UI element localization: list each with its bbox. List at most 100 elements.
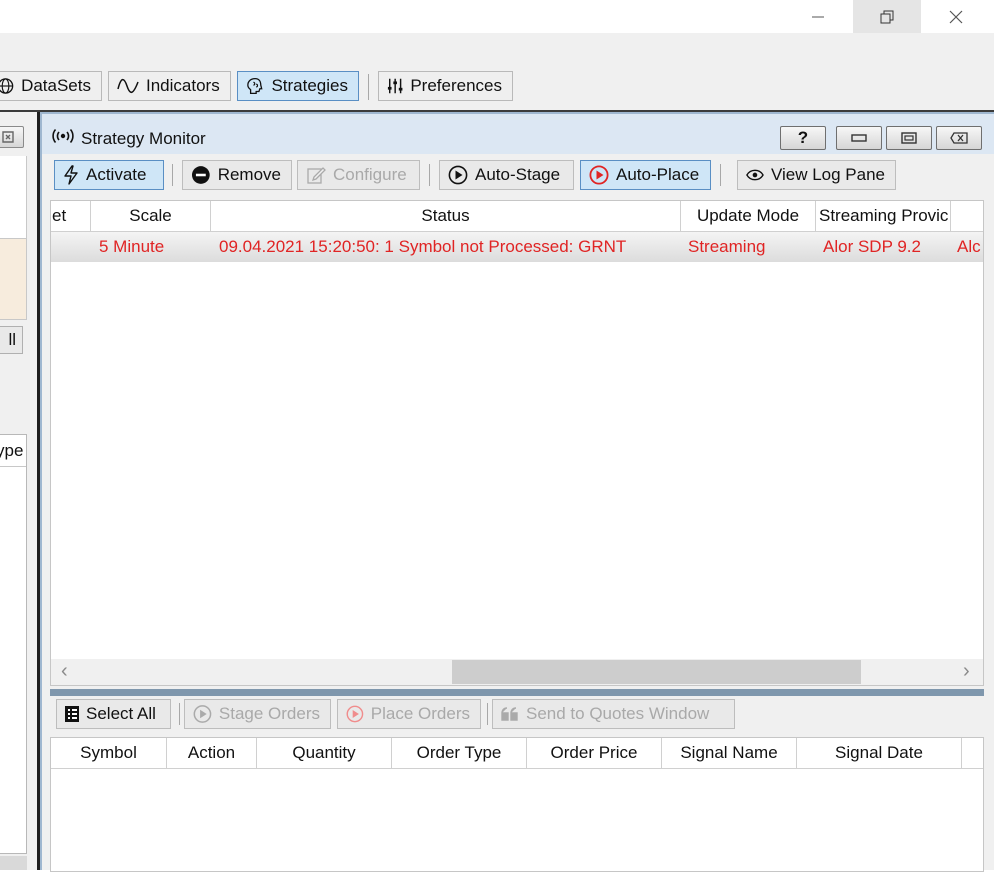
left-panel-close-button[interactable] (0, 126, 24, 148)
view-log-button[interactable]: View Log Pane (737, 160, 896, 190)
left-panel-list: ype (0, 434, 27, 854)
column-header-label: Symbol (80, 743, 137, 762)
column-header[interactable]: Action (167, 738, 257, 768)
auto-stage-label: Auto-Stage (475, 165, 561, 184)
strategy-monitor-window: Strategy Monitor ? Activate Remove Confi… (40, 112, 994, 872)
lightning-icon (64, 165, 78, 185)
select-all-button[interactable]: Select All (56, 699, 171, 729)
globe-icon (0, 78, 14, 94)
column-header-label: Action (187, 743, 236, 762)
column-header-label: Order Price (550, 743, 638, 762)
preferences-label: Preferences (410, 76, 502, 95)
remove-button[interactable]: Remove (182, 160, 292, 190)
place-orders-button[interactable]: Place Orders (337, 699, 481, 729)
left-panel-column-header[interactable]: ype (0, 439, 23, 463)
grid-header-line (51, 768, 983, 769)
play-red-icon (346, 705, 364, 723)
orders-grid: Symbol Action Quantity Order Type Order … (50, 737, 984, 872)
help-button[interactable]: ? (780, 126, 826, 150)
remove-label: Remove (217, 165, 281, 184)
column-header-label: Signal Date (835, 743, 923, 762)
datasets-label: DataSets (21, 76, 91, 95)
strategies-grid: et Scale Status Update Mode Streaming Pr… (50, 200, 984, 686)
close-icon (949, 10, 963, 23)
column-header[interactable]: Scale (91, 201, 211, 231)
strategy-monitor-titlebar: Strategy Monitor ? (42, 114, 994, 154)
left-panel-header-line (0, 466, 26, 467)
toolbar-separator (368, 74, 369, 100)
preferences-button[interactable]: Preferences (378, 71, 513, 101)
toolbar-separator (179, 703, 180, 725)
row-status: 09.04.2021 15:20:50: 1 Symbol not Proces… (219, 237, 627, 256)
window-close-button[interactable] (936, 126, 982, 150)
column-header[interactable]: Status (211, 201, 681, 231)
left-panel-column-fragment: ype (0, 441, 24, 460)
column-header-label: Order Type (416, 743, 502, 762)
left-panel-select-all-button[interactable]: ll (0, 326, 23, 354)
list-icon (65, 706, 79, 722)
column-header-label: Update Mode (696, 206, 800, 225)
send-to-quotes-button[interactable]: Send to Quotes Window (492, 699, 735, 729)
title-bar (0, 0, 994, 33)
scroll-right-arrow[interactable]: › (963, 660, 970, 683)
play-red-icon (589, 165, 609, 185)
column-header[interactable] (951, 201, 983, 231)
scroll-left-arrow[interactable]: ‹ (61, 660, 68, 683)
wave-icon (117, 78, 139, 93)
eye-icon (746, 169, 764, 181)
horizontal-scrollbar[interactable]: ‹ › (51, 659, 983, 685)
column-header[interactable]: et (51, 201, 91, 231)
window-minimize-button[interactable] (836, 126, 882, 150)
minimize-icon (851, 134, 867, 142)
column-header[interactable]: Streaming Provic (816, 201, 951, 231)
close-icon (2, 131, 14, 143)
column-header[interactable]: Quantity (257, 738, 392, 768)
menu-strip (0, 33, 994, 68)
column-header[interactable]: Signal Name (662, 738, 797, 768)
column-header-label: Signal Name (680, 743, 778, 762)
left-panel-scrollbar[interactable] (0, 856, 27, 870)
scroll-thumb[interactable] (452, 660, 861, 684)
maximize-icon (901, 132, 917, 144)
select-all-label: Select All (86, 704, 156, 723)
row-streaming-provider: Alor SDP 9.2 (823, 237, 921, 256)
column-header-label: Status (421, 206, 470, 225)
indicators-button[interactable]: Indicators (108, 71, 231, 101)
send-to-quotes-label: Send to Quotes Window (526, 704, 710, 723)
stage-orders-button[interactable]: Stage Orders (184, 699, 331, 729)
view-log-label: View Log Pane (770, 165, 885, 184)
row-scale: 5 Minute (99, 237, 165, 256)
column-header[interactable]: Signal Date (797, 738, 962, 768)
restore-button[interactable] (853, 0, 921, 33)
configure-button[interactable]: Configure (297, 160, 420, 190)
close-icon (950, 132, 968, 144)
quote-icon (501, 707, 518, 721)
strategy-monitor-title: Strategy Monitor (81, 129, 206, 148)
column-header[interactable]: Update Mode (681, 201, 816, 231)
activate-button[interactable]: Activate (54, 160, 164, 190)
minimize-button[interactable] (784, 0, 852, 33)
column-header[interactable]: Order Price (527, 738, 662, 768)
edit-icon (307, 167, 326, 184)
auto-stage-button[interactable]: Auto-Stage (439, 160, 574, 190)
place-orders-label: Place Orders (370, 704, 470, 723)
column-header-label: Streaming Provic (819, 206, 949, 225)
close-button[interactable] (922, 0, 990, 33)
left-panel-highlight (0, 238, 27, 320)
row-extra: Alc (957, 237, 981, 256)
strategies-button[interactable]: Strategies (237, 71, 359, 101)
configure-label: Configure (333, 165, 407, 184)
left-panel: ll ype (0, 112, 38, 870)
left-panel-button-fragment: ll (8, 330, 16, 349)
strategies-label: Strategies (271, 76, 348, 95)
column-header[interactable]: Symbol (51, 738, 167, 768)
remove-icon (191, 166, 210, 184)
stage-orders-label: Stage Orders (218, 704, 320, 723)
left-panel-white-area (0, 156, 27, 238)
pane-splitter[interactable] (50, 689, 984, 696)
auto-place-button[interactable]: Auto-Place (580, 160, 711, 190)
window-maximize-button[interactable] (886, 126, 932, 150)
toolbar-separator (172, 164, 173, 186)
column-header[interactable]: Order Type (392, 738, 527, 768)
datasets-button[interactable]: DataSets (0, 71, 102, 101)
